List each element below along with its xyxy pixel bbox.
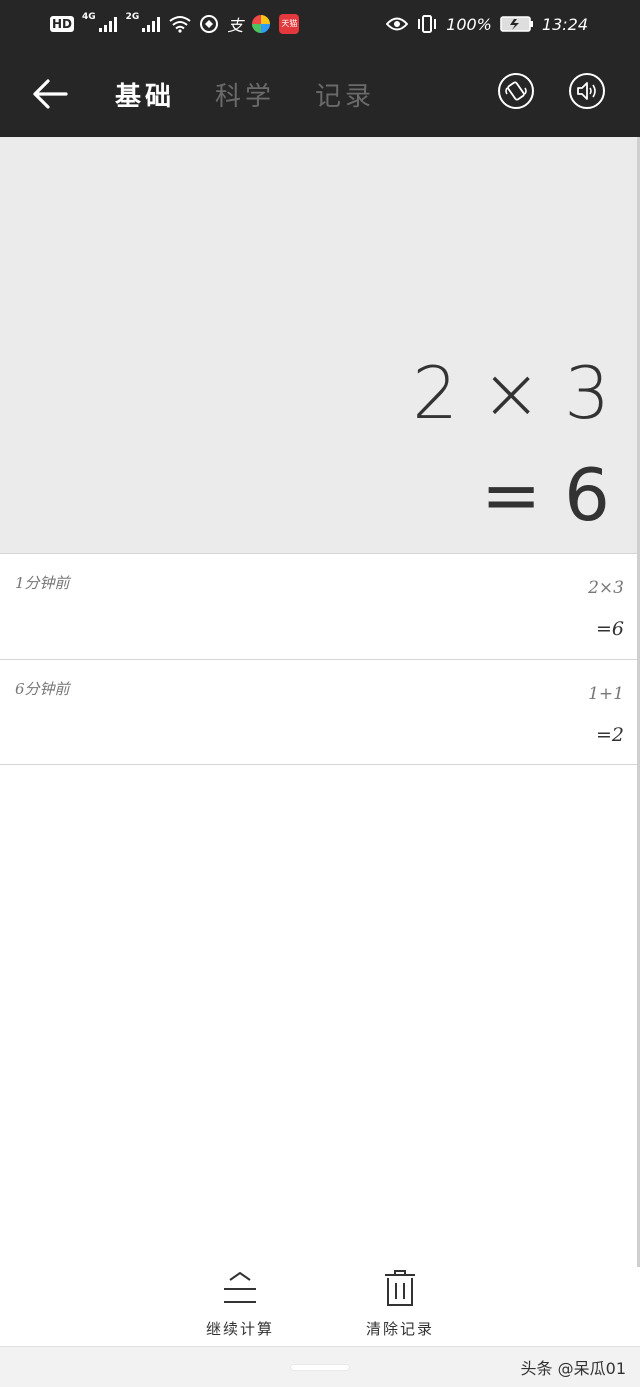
hd-icon: HD [50,16,75,32]
history-item-expression: 1+1 [588,684,624,704]
trash-icon [383,1268,417,1308]
continue-calculation-label: 继续计算 [205,1320,274,1338]
app-header: 基础 科学 记录 [0,50,640,137]
history-item-time: 6分钟前 [15,680,70,698]
calculator-app: HD 4G 2G 支 天猫 100% 13:24 基础 科学 记录 2 × 3 … [0,0,640,1387]
battery-charging-icon [500,14,534,34]
tab-history[interactable]: 记录 [315,76,375,113]
vibrate-status-icon [416,14,438,34]
watermark: 头条 @呆瓜01 [520,1359,626,1378]
home-indicator[interactable] [291,1365,349,1370]
tab-basic[interactable]: 基础 [115,76,175,113]
history-item[interactable]: 1分钟前 2×3 =6 [0,553,640,659]
network-4g-label: 4G [82,12,96,22]
history-list: 1分钟前 2×3 =6 6分钟前 1+1 =2 [0,553,640,765]
alipay-icon: 支 [227,16,244,35]
network-2g-label: 2G [125,12,140,22]
app-notification-icon [199,14,219,34]
mode-tabs: 基础 科学 记录 [115,72,375,116]
sound-toggle-button[interactable] [569,73,605,109]
current-result: = 6 [480,453,610,537]
clear-history-label: 清除记录 [365,1320,434,1338]
battery-percent: 100% [446,14,492,34]
status-time: 13:24 [541,14,588,34]
clear-history-button[interactable]: 清除记录 [350,1268,450,1339]
status-bar: HD 4G 2G 支 天猫 100% 13:24 [0,0,640,50]
eye-icon [386,14,409,34]
history-item[interactable]: 6分钟前 1+1 =2 [0,659,640,765]
signal-icon-2 [141,14,161,34]
calculator-display: 2 × 3 = 6 [0,137,640,553]
bottom-actions: 继续计算 清除记录 [0,1268,640,1346]
continue-calculation-button[interactable]: 继续计算 [190,1268,290,1339]
signal-icon [98,14,118,34]
status-left: HD 4G 2G 支 天猫 [50,12,300,36]
history-item-time: 1分钟前 [15,574,70,592]
history-item-expression: 2×3 [588,578,624,598]
system-nav-bar: 头条 @呆瓜01 [0,1346,640,1387]
wifi-icon [169,14,191,34]
history-item-result: =2 [595,724,624,746]
vibrate-icon [505,81,527,101]
back-arrow-icon [33,79,68,109]
history-item-result: =6 [595,618,624,640]
top-area: HD 4G 2G 支 天猫 100% 13:24 基础 科学 记录 [0,0,640,137]
speaker-icon [577,82,596,100]
vibration-toggle-button[interactable] [498,73,534,109]
current-expression: 2 × 3 [412,351,610,435]
tmall-icon: 天猫 [279,14,300,34]
back-button[interactable] [28,72,72,116]
tab-scientific[interactable]: 科学 [215,76,275,113]
status-right: 100% 13:24 [386,12,588,36]
continue-icon [222,1268,258,1308]
pinwheel-icon [251,14,271,34]
